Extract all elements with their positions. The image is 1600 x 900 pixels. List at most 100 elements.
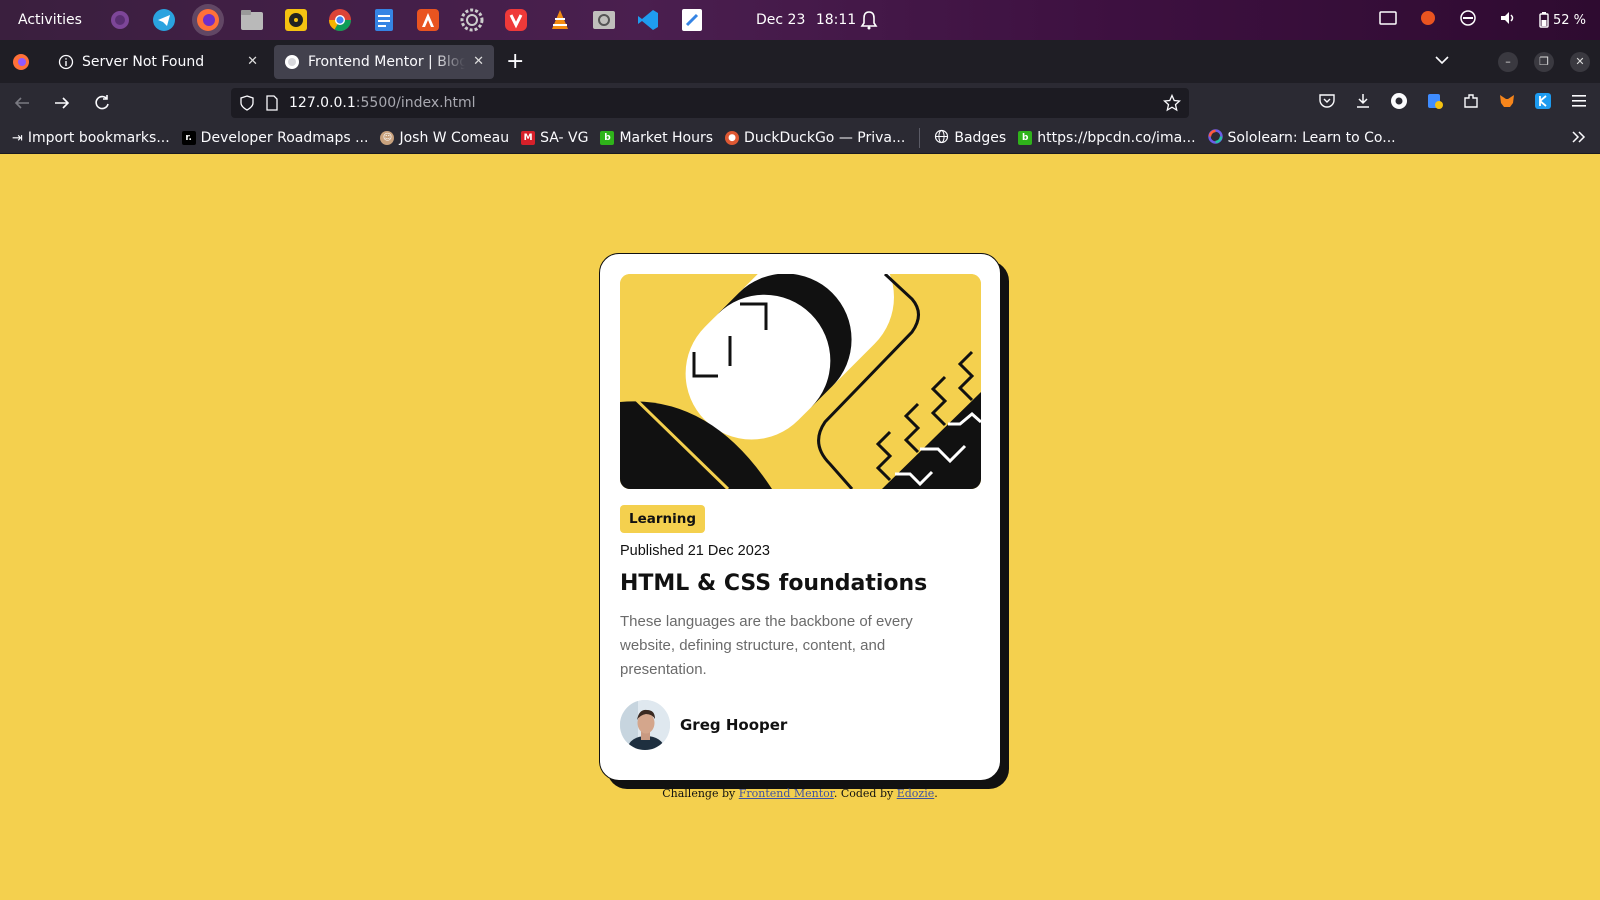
author-avatar: [620, 700, 670, 750]
back-arrow-icon: [14, 97, 29, 109]
extension-blue-icon[interactable]: [1426, 92, 1444, 114]
reload-icon: [95, 95, 109, 110]
published-date: Published 21 Dec 2023: [620, 543, 770, 559]
clock[interactable]: Dec 23 18:11: [756, 12, 862, 28]
kite-extension-icon[interactable]: [1534, 92, 1552, 114]
vscode-icon[interactable]: [632, 4, 664, 36]
bookmark-star-icon[interactable]: [1162, 93, 1182, 116]
url-host: 127.0.0.1: [289, 95, 356, 111]
bookmark-sa-vg[interactable]: M SA- VG: [521, 130, 588, 146]
roadmap-favicon-icon: r.: [181, 131, 196, 145]
forward-arrow-icon: [55, 97, 70, 109]
system-tray: 52 %: [1379, 0, 1600, 40]
page-viewport: Learning Published 21 Dec 2023 HTML & CS…: [0, 154, 1600, 900]
globe-icon: [934, 129, 949, 148]
metamask-icon[interactable]: [1498, 92, 1516, 114]
account-icon[interactable]: [1390, 92, 1408, 114]
downloads-icon[interactable]: [1354, 92, 1372, 114]
activities-button[interactable]: Activities: [0, 12, 100, 28]
system-top-bar: Activities Dec 23 18:11 52 %: [0, 0, 1600, 40]
attribution-prefix: Challenge by: [662, 787, 739, 800]
hamburger-menu-icon[interactable]: [1570, 93, 1588, 113]
attribution-middle: . Coded by: [833, 787, 897, 800]
frontend-mentor-link[interactable]: Frontend Mentor: [739, 787, 834, 800]
tab-frontend-mentor[interactable]: Frontend Mentor | Blog preview card ✕: [274, 44, 494, 79]
rhythmbox-icon[interactable]: [280, 4, 312, 36]
files-icon[interactable]: [236, 4, 268, 36]
bookmark-market-hours[interactable]: b Market Hours: [600, 130, 713, 146]
vpn-icon[interactable]: [1459, 9, 1477, 31]
import-icon: ⇥: [12, 130, 23, 146]
bookmark-sololearn[interactable]: Sololearn: Learn to Co...: [1207, 128, 1396, 148]
navigation-toolbar: 127.0.0.1:5500/index.html: [0, 83, 1600, 123]
bookmarks-toolbar: ⇥ Import bookmarks... r. Developer Roadm…: [0, 123, 1600, 154]
app-center-icon[interactable]: [412, 4, 444, 36]
bpcdn-favicon-icon: b: [1018, 131, 1033, 145]
bookmark-bpcdn[interactable]: b https://bpcdn.co/ima...: [1018, 130, 1196, 146]
restore-button[interactable]: ❐: [1534, 51, 1554, 72]
bookmark-developer-roadmaps[interactable]: r. Developer Roadmaps ...: [181, 130, 369, 146]
battery-indicator[interactable]: 52 %: [1539, 12, 1586, 28]
attribution-suffix: .: [934, 787, 938, 800]
bookmark-label: Market Hours: [619, 130, 714, 146]
bookmark-duckduckgo[interactable]: ● DuckDuckGo — Priva...: [725, 130, 905, 146]
toolbar-actions: [1318, 83, 1588, 123]
bookmark-badges[interactable]: Badges: [934, 129, 1006, 148]
bookmarks-overflow-chevron-icon[interactable]: [1570, 129, 1586, 149]
firefox-view-icon[interactable]: [0, 53, 42, 71]
close-tab-icon[interactable]: ✕: [473, 54, 484, 69]
tor-browser-icon[interactable]: [104, 4, 136, 36]
vivaldi-icon[interactable]: [500, 4, 532, 36]
close-tab-icon[interactable]: ✕: [247, 54, 258, 69]
url-text[interactable]: 127.0.0.1:5500/index.html: [289, 95, 476, 111]
tab-title: Frontend Mentor | Blog preview card: [308, 53, 466, 70]
bookmark-label: https://bpcdn.co/ima...: [1037, 130, 1196, 146]
volume-icon[interactable]: [1499, 10, 1517, 30]
bookmark-import[interactable]: ⇥ Import bookmarks...: [12, 130, 170, 146]
close-window-button[interactable]: ✕: [1570, 51, 1590, 72]
bookmark-label: Sololearn: Learn to Co...: [1227, 130, 1396, 146]
blog-illustration: [620, 274, 981, 489]
window-controls: – ❐ ✕: [1498, 40, 1590, 83]
page-icon[interactable]: [265, 95, 279, 111]
new-tab-button[interactable]: +: [506, 49, 524, 74]
back-button[interactable]: [4, 94, 40, 112]
app-indicator-icon[interactable]: [1419, 9, 1437, 31]
settings-icon[interactable]: [456, 4, 488, 36]
bookmark-label: DuckDuckGo — Priva...: [744, 130, 906, 146]
page-favicon-icon: [285, 54, 299, 69]
pocket-icon[interactable]: [1318, 92, 1336, 114]
notes-icon[interactable]: [676, 4, 708, 36]
chrome-icon[interactable]: [324, 4, 356, 36]
info-icon: [58, 54, 74, 69]
card-title[interactable]: HTML & CSS foundations: [620, 571, 980, 596]
bookmark-label: Developer Roadmaps ...: [200, 130, 369, 146]
screen-share-icon[interactable]: [1379, 10, 1397, 30]
author-block: Greg Hooper: [620, 700, 980, 750]
author-name: Greg Hooper: [680, 716, 788, 734]
list-all-tabs-chevron-icon[interactable]: [1434, 52, 1450, 72]
reload-button[interactable]: [84, 94, 120, 112]
extensions-puzzle-icon[interactable]: [1462, 92, 1480, 114]
minimize-button[interactable]: –: [1498, 51, 1518, 72]
card-description: These languages are the backbone of ever…: [620, 613, 913, 678]
bookmark-separator: [919, 128, 921, 148]
category-tag: Learning: [620, 505, 706, 533]
notification-bell-icon[interactable]: [860, 10, 878, 34]
tab-title: Server Not Found: [82, 53, 205, 70]
market-hours-favicon-icon: b: [600, 131, 615, 145]
forward-button[interactable]: [44, 94, 80, 112]
shield-icon[interactable]: [239, 95, 255, 111]
image-viewer-icon[interactable]: [588, 4, 620, 36]
bookmark-josh-comeau[interactable]: ☺ Josh W Comeau: [380, 130, 509, 146]
duckduckgo-icon: ●: [725, 131, 740, 145]
url-path: :5500/index.html: [355, 95, 476, 111]
telegram-icon[interactable]: [148, 4, 180, 36]
url-bar[interactable]: 127.0.0.1:5500/index.html: [231, 88, 1189, 118]
firefox-icon[interactable]: [192, 4, 224, 36]
edozie-link[interactable]: Edozie: [897, 787, 935, 800]
text-editor-icon[interactable]: [368, 4, 400, 36]
browser-tab-strip: Server Not Found ✕ Frontend Mentor | Blo…: [0, 40, 1600, 83]
tab-server-not-found[interactable]: Server Not Found ✕: [48, 45, 268, 79]
vlc-icon[interactable]: [544, 4, 576, 36]
